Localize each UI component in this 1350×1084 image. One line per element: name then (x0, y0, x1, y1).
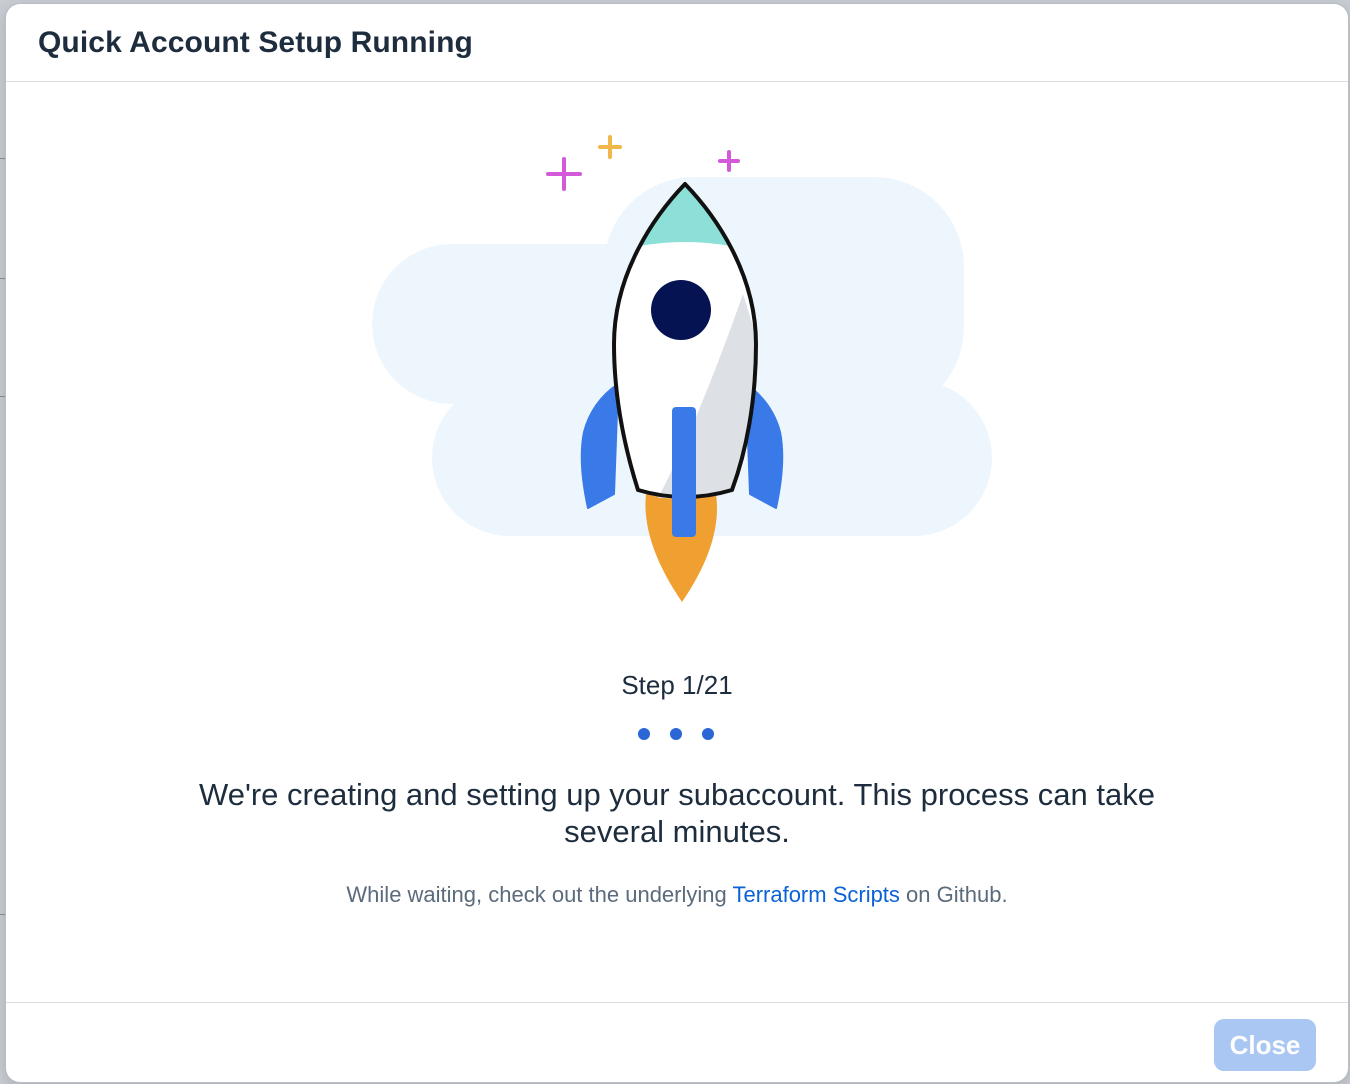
hint-text: While waiting, check out the underlying … (6, 882, 1348, 908)
step-counter: Step 1/21 (621, 670, 733, 700)
busy-indicator (630, 726, 726, 742)
dialog-footer: Close (6, 1002, 1348, 1082)
rocket-launch-illustration (372, 135, 992, 602)
setup-dialog: Quick Account Setup Running Step 1/21 We… (6, 4, 1348, 1082)
terraform-scripts-link[interactable]: Terraform Scripts (732, 882, 899, 907)
busy-dot (638, 728, 650, 740)
busy-dot (702, 728, 714, 740)
dialog-title: Quick Account Setup Running (38, 26, 473, 59)
rocket-window (651, 280, 711, 340)
dialog-header: Quick Account Setup Running (6, 4, 1348, 82)
rocket-stripe (672, 407, 696, 537)
status-message: We're creating and setting up your subac… (199, 777, 1155, 849)
hint-prefix: While waiting, check out the underlying (346, 882, 733, 907)
hint-suffix: on Github. (899, 882, 1008, 907)
busy-dot (670, 728, 682, 740)
close-button[interactable]: Close (1214, 1019, 1316, 1071)
